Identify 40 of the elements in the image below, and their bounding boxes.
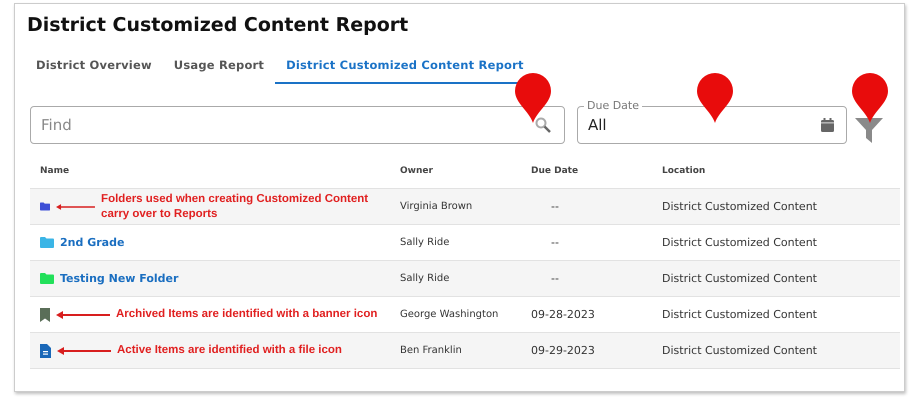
location-text: District Customized Content [662,200,817,213]
column-header: Name [30,166,390,188]
pin-marker-icon [515,73,551,123]
search-field[interactable]: Find [30,106,565,144]
owner-text: Sally Ride [400,273,450,284]
arrow-icon [56,310,110,318]
folder-link[interactable]: 2nd Grade [60,236,124,249]
pin-marker-icon [697,73,733,123]
pin-marker-icon [852,73,888,123]
due-date-text: -- [550,236,559,249]
arrow-icon [57,346,111,354]
owner-text: Virginia Brown [400,201,472,212]
bookmark-icon [40,308,50,322]
owner-text: Ben Franklin [400,345,462,356]
column-header: Due Date [521,166,652,188]
page-title: District Customized Content Report [27,14,410,36]
field-value: All [588,116,608,134]
annotation-text: Folders used when creating Customized Content carry over to Reports [101,192,370,222]
column-header: Owner [390,166,521,188]
column-header: Location [652,166,900,188]
due-date-text: -- [550,200,559,213]
location-text: District Customized Content [662,272,817,285]
folder-link[interactable]: Testing New Folder [60,272,178,285]
due-date-text: 09-28-2023 [531,308,595,321]
due-date-text: -- [550,272,559,285]
arrow-icon [56,202,96,210]
annotation-text: Archived Items are identified with a banner icon [116,307,378,322]
annotation-text: Active Items are identified with a file icon [117,343,342,358]
tab[interactable]: District Overview [25,58,163,84]
location-text: District Customized Content [662,344,817,357]
location-text: District Customized Content [662,236,817,249]
owner-text: Sally Ride [400,237,450,248]
location-text: District Customized Content [662,308,817,321]
due-date-text: 09-29-2023 [531,344,595,357]
calendar-icon[interactable] [821,118,834,132]
owner-text: George Washington [400,309,498,320]
filter-icon[interactable] [855,116,883,144]
tab[interactable]: Usage Report [162,58,276,84]
search-icon[interactable] [535,117,551,133]
file-icon [40,344,51,358]
